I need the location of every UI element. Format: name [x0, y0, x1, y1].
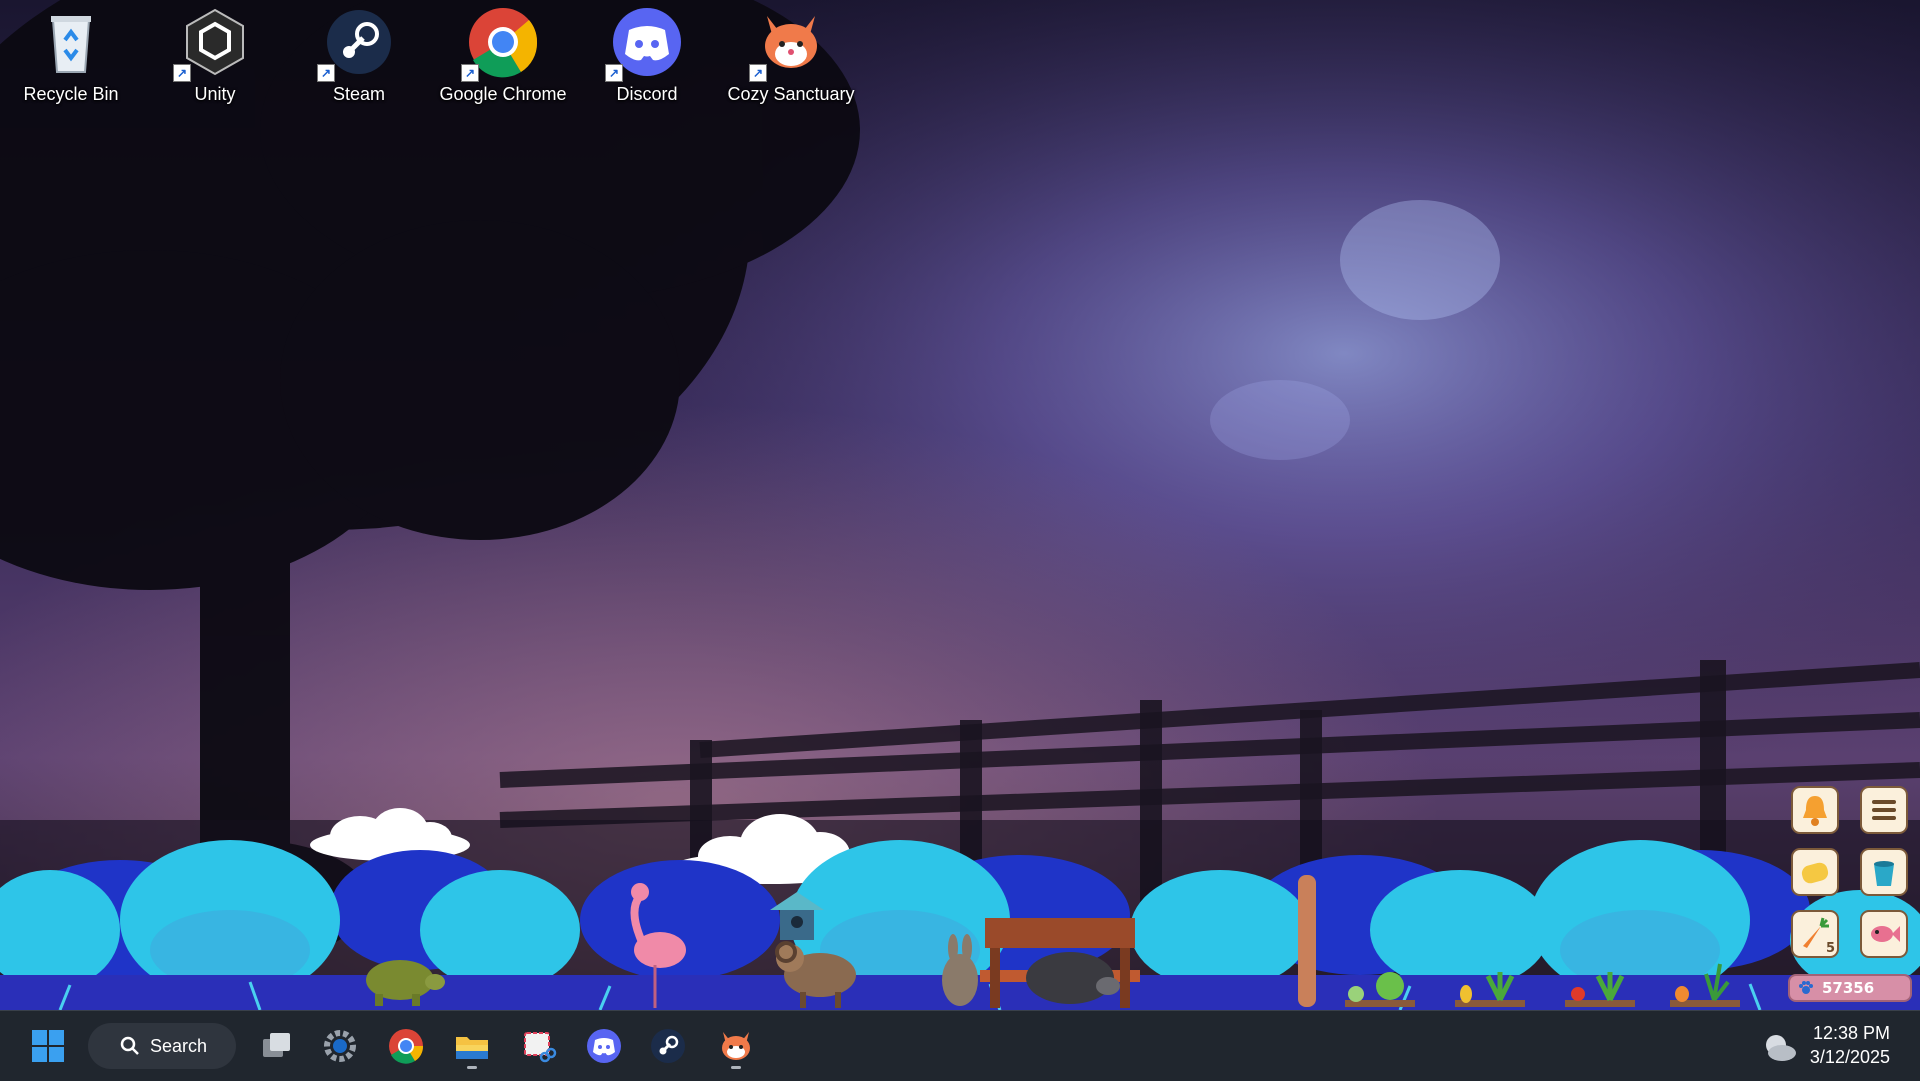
discord-icon: ↗	[605, 4, 685, 82]
desktop-icon-google-chrome[interactable]: ↗ Google Chrome	[438, 4, 568, 114]
menu-icon	[1872, 800, 1896, 820]
file-explorer-icon	[456, 1037, 488, 1059]
cloud-moon-icon	[1766, 1035, 1796, 1061]
shortcut-arrow-icon: ↗	[461, 64, 479, 82]
desktop-icon-label: Google Chrome	[439, 84, 567, 104]
desktop-icon-recycle-bin[interactable]: Recycle Bin	[6, 4, 136, 114]
task-view-icon	[263, 1033, 290, 1057]
fish-icon	[1871, 926, 1900, 942]
shortcut-arrow-icon: ↗	[173, 64, 191, 82]
taskbar-app-chrome[interactable]	[382, 1023, 430, 1069]
recycle-bin-icon	[33, 4, 109, 80]
desktop-icon-label: Steam	[332, 84, 386, 104]
shortcut-arrow-icon: ↗	[317, 64, 335, 82]
desktop-icon-unity[interactable]: ↗ Unity	[150, 4, 280, 114]
clock-time: 12:38 PM	[1812, 1023, 1890, 1043]
desktop-icon-label: Recycle Bin	[23, 84, 119, 104]
taskbar-app-snipping-tool[interactable]	[514, 1023, 562, 1069]
cozy-sanctuary-scene	[0, 808, 1920, 1010]
desktop-icon-steam[interactable]: ↗ Steam	[294, 4, 424, 114]
search-icon	[120, 1036, 139, 1055]
desktop-icon-label: Cozy Sanctuary	[727, 84, 855, 104]
chrome-icon	[389, 1029, 424, 1064]
running-indicator	[467, 1066, 477, 1069]
fox-icon	[722, 1032, 750, 1060]
sponge-button[interactable]	[1791, 848, 1839, 896]
notifications-button[interactable]	[1791, 786, 1839, 834]
desktop-icon-label: Discord	[616, 84, 678, 104]
taskbar-app-steam[interactable]	[644, 1023, 692, 1069]
currency-value: 57356	[1822, 979, 1875, 997]
steam-icon	[651, 1029, 685, 1063]
unity-icon: ↗	[173, 4, 253, 82]
menu-button[interactable]	[1860, 786, 1908, 834]
sponge-icon	[1801, 862, 1829, 884]
bell-icon	[1803, 796, 1827, 826]
taskbar-app-file-explorer[interactable]	[448, 1023, 496, 1069]
taskbar-app-task-view[interactable]	[252, 1023, 300, 1069]
taskbar-app-cozy-sanctuary[interactable]	[712, 1023, 760, 1069]
windows-start-icon	[32, 1030, 64, 1062]
fish-button[interactable]	[1860, 910, 1908, 958]
steam-icon: ↗	[317, 4, 397, 82]
running-indicator	[731, 1066, 741, 1069]
taskbar-search[interactable]: Search	[88, 1023, 236, 1069]
settings-gear-icon	[324, 1030, 356, 1062]
discord-icon	[587, 1029, 621, 1063]
clock-date: 3/12/2025	[1809, 1047, 1890, 1067]
system-clock[interactable]: 12:38 PM 3/12/2025	[1810, 1021, 1890, 1069]
carrot-count: 5	[1825, 941, 1835, 956]
desktop-icon-cozy-sanctuary[interactable]: ↗ Cozy Sanctuary	[726, 4, 856, 114]
taskbar: Search 12:38 PM 3/12/2025	[0, 1010, 1920, 1081]
desktop-icon-label: Unity	[194, 84, 236, 104]
fence-post	[1298, 875, 1316, 1007]
shortcut-arrow-icon: ↗	[749, 64, 767, 82]
start-button[interactable]	[24, 1023, 72, 1069]
search-label: Search	[150, 1035, 208, 1056]
paw-icon	[1799, 981, 1813, 994]
desktop-icon-discord[interactable]: ↗ Discord	[582, 4, 712, 114]
taskbar-app-discord[interactable]	[580, 1023, 628, 1069]
shortcut-arrow-icon: ↗	[605, 64, 623, 82]
paw-currency-counter: 57356	[1788, 974, 1912, 1002]
bucket-icon	[1874, 861, 1894, 886]
weather-widget[interactable]	[1762, 1029, 1798, 1065]
fox-icon: ↗	[749, 4, 829, 82]
bucket-button[interactable]	[1860, 848, 1908, 896]
chrome-icon: ↗	[461, 4, 541, 82]
snipping-tool-icon	[524, 1032, 557, 1063]
taskbar-app-settings[interactable]	[316, 1023, 364, 1069]
carrot-button[interactable]: 5	[1791, 910, 1839, 958]
